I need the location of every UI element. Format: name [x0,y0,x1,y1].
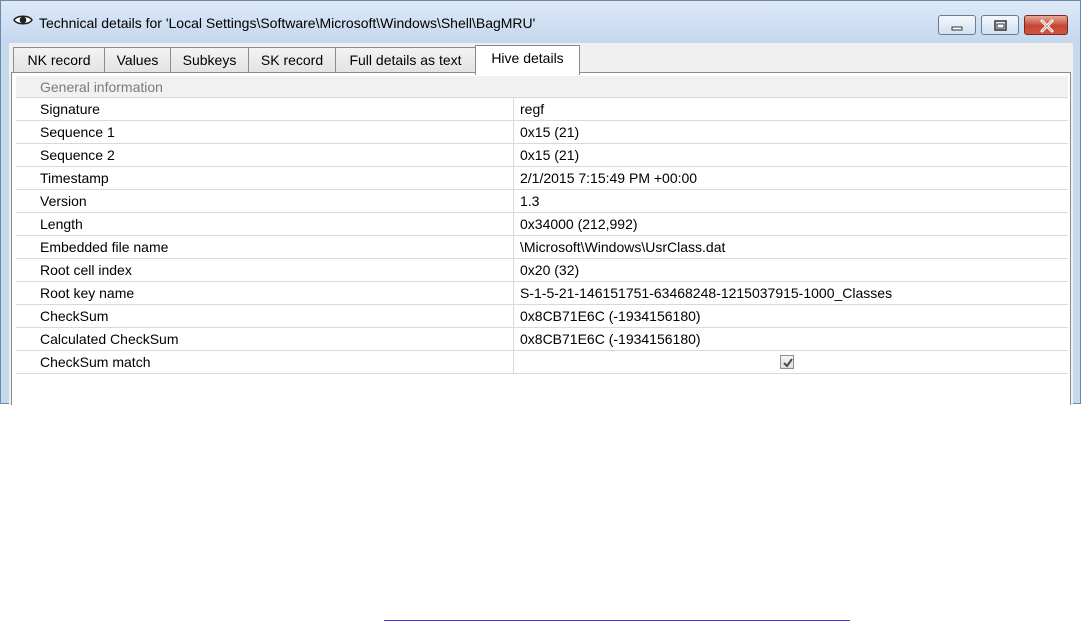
minimize-button[interactable] [938,15,976,35]
property-value: 0x34000 (212,992) [520,216,638,232]
maximize-icon [994,20,1007,31]
property-name: Length [16,213,514,235]
property-value: S-1-5-21-146151751-63468248-1215037915-1… [520,285,893,301]
property-name: Embedded file name [16,236,514,258]
table-row[interactable]: CheckSum match [16,351,1068,374]
property-name: Signature [16,98,514,120]
property-name: Sequence 1 [16,121,514,143]
table-row[interactable]: Sequence 2 0x15 (21) [16,144,1068,167]
property-value: 2/1/2015 7:15:49 PM +00:00 [520,170,698,186]
table-row[interactable]: Calculated CheckSum 0x8CB71E6C (-1934156… [16,328,1068,351]
table-row[interactable]: Signature regf [16,98,1068,121]
property-value: 0x8CB71E6C (-1934156180) [520,331,701,347]
property-name: Sequence 2 [16,144,514,166]
hive-details-panel: General information Signature regf Seque… [11,72,1071,405]
property-value: 0x20 (32) [520,262,580,278]
tab-values[interactable]: Values [104,47,171,74]
table-row[interactable]: Root cell index 0x20 (32) [16,259,1068,282]
checksum-match-checkbox[interactable] [780,355,794,369]
property-value: \Microsoft\Windows\UsrClass.dat [520,239,726,255]
tab-strip: NK record Values Subkeys SK record Full … [9,45,1073,75]
property-name: CheckSum [16,305,514,327]
property-name: Version [16,190,514,212]
group-header-general-information: General information [16,76,1068,98]
table-row[interactable]: Length 0x34000 (212,992) [16,213,1068,236]
close-button[interactable] [1024,15,1068,35]
tab-nk-record[interactable]: NK record [13,47,105,74]
property-name: Calculated CheckSum [16,328,514,350]
tab-subkeys[interactable]: Subkeys [170,47,249,74]
table-row[interactable]: Timestamp 2/1/2015 7:15:49 PM +00:00 [16,167,1068,190]
checkmark-icon [783,358,793,368]
eye-icon [13,15,33,25]
tab-hive-details[interactable]: Hive details [475,45,580,75]
property-name: CheckSum match [16,351,514,373]
title-bar[interactable]: Technical details for 'Local Settings\So… [1,1,1080,43]
property-value-checkbox-cell [514,351,1068,373]
table-row[interactable]: Sequence 1 0x15 (21) [16,121,1068,144]
property-value: 0x15 (21) [520,124,580,140]
client-area: NK record Values Subkeys SK record Full … [9,43,1073,405]
table-row[interactable]: Root key name S-1-5-21-146151751-6346824… [16,282,1068,305]
table-row[interactable]: Embedded file name \Microsoft\Windows\Us… [16,236,1068,259]
property-name: Root cell index [16,259,514,281]
details-grid: General information Signature regf Seque… [16,76,1068,374]
property-value: 0x15 (21) [520,147,580,163]
property-value: 0x8CB71E6C (-1934156180) [520,308,701,324]
property-value: regf [520,101,545,117]
tab-full-details-as-text[interactable]: Full details as text [335,47,476,74]
tab-sk-record[interactable]: SK record [248,47,336,74]
property-name: Root key name [16,282,514,304]
property-value: 1.3 [520,193,540,209]
minimize-icon [951,26,963,31]
link-underline[interactable] [384,620,850,621]
property-name: Timestamp [16,167,514,189]
table-row[interactable]: Version 1.3 [16,190,1068,213]
window-title: Technical details for 'Local Settings\So… [39,15,536,31]
maximize-button[interactable] [981,15,1019,35]
technical-details-window: Technical details for 'Local Settings\So… [0,0,1081,405]
close-icon [1040,19,1054,33]
table-row[interactable]: CheckSum 0x8CB71E6C (-1934156180) [16,305,1068,328]
